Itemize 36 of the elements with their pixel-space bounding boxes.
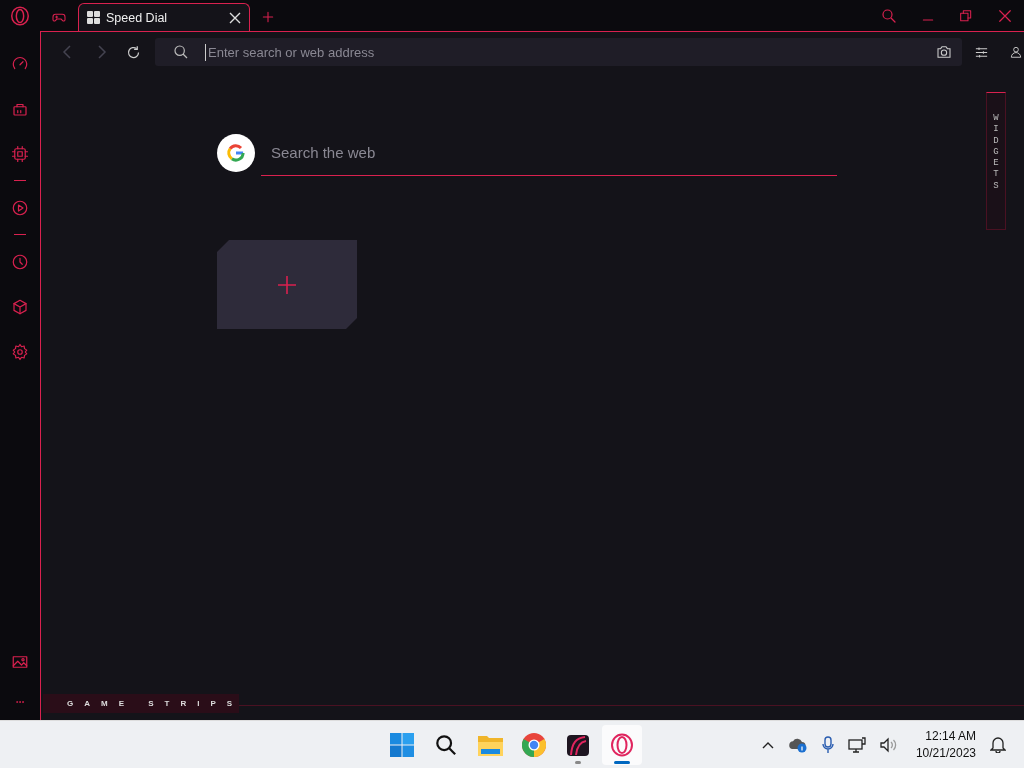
clock-time[interactable]: 12:14 AM [925,727,976,745]
search-icon[interactable] [435,733,457,756]
chevron-up-icon[interactable] [761,740,774,749]
widgets-tab[interactable]: WIDGETS [986,92,1006,230]
settings-icon[interactable] [11,342,29,361]
browser-tab[interactable]: Speed Dial [78,3,250,31]
clock-icon[interactable] [11,252,29,271]
play-icon[interactable] [11,198,29,217]
speaker-icon[interactable] [879,736,898,753]
cube-icon[interactable] [11,297,29,316]
grid-icon [87,11,100,24]
opera-logo-icon[interactable] [610,732,634,757]
search-field[interactable]: Search the web [261,130,837,176]
monitor-icon[interactable] [847,736,866,753]
address-input[interactable]: Enter search or web address [205,43,920,61]
tab-title: Speed Dial [106,10,169,25]
game-strips-bar[interactable]: GAME STRIPS [43,694,239,713]
folder-icon[interactable] [477,733,503,756]
cloud-icon[interactable] [787,736,808,753]
camera-icon[interactable] [936,44,952,60]
windows-logo-icon[interactable] [390,732,414,757]
chip-icon[interactable] [11,144,29,163]
address-field[interactable]: Enter search or web address [155,38,962,66]
bell-icon[interactable] [990,736,1006,753]
profile-icon[interactable] [1009,44,1023,59]
restore-icon[interactable] [958,7,974,24]
gx-logo-icon[interactable] [566,732,590,757]
search-icon [173,44,189,60]
close-icon[interactable] [229,11,241,24]
plus-icon [277,274,297,295]
chrome-logo-icon[interactable] [522,732,546,757]
opera-logo-icon[interactable] [9,4,31,27]
reload-icon[interactable] [126,44,141,60]
microphone-icon[interactable] [821,735,834,754]
clock-date[interactable]: 10/21/2023 [915,744,976,762]
google-logo-icon [226,143,246,163]
